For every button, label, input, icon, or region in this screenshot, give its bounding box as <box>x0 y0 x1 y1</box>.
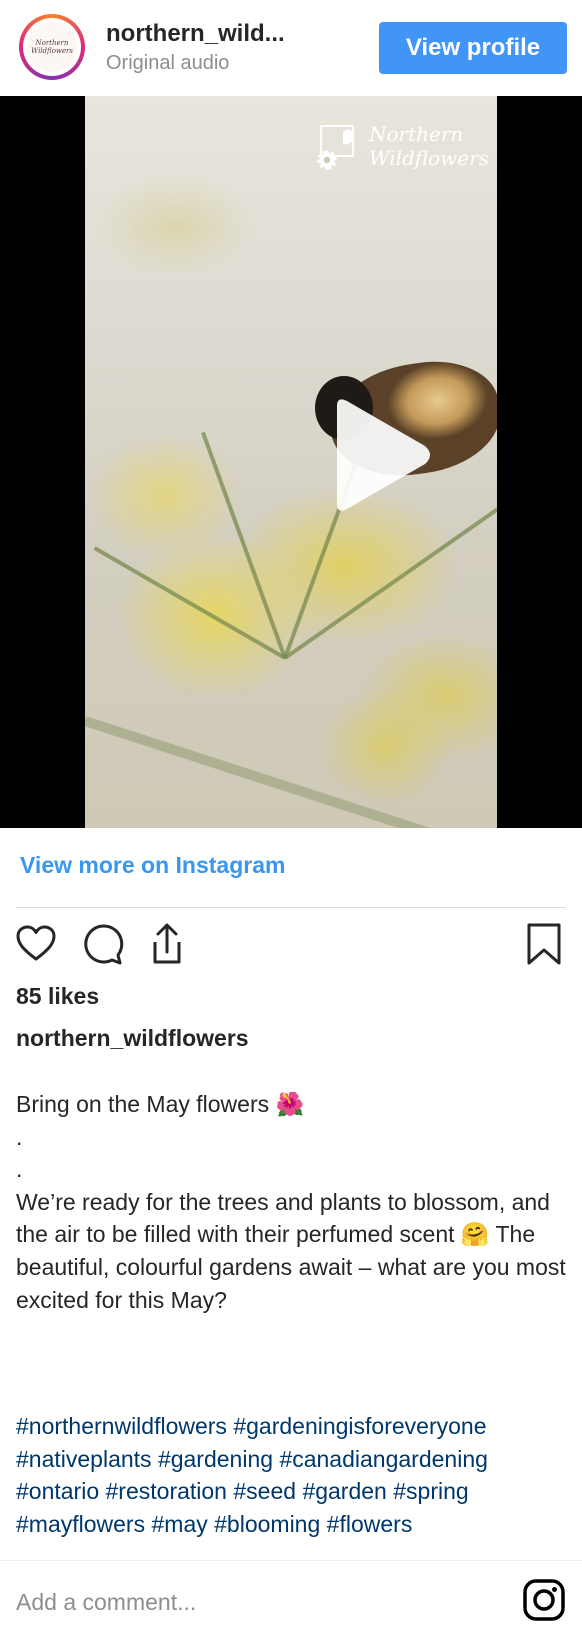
avatar[interactable]: Northern Wildflowers <box>19 14 85 80</box>
hashtag[interactable]: #ontario <box>16 1478 99 1504</box>
hashtag[interactable]: #mayflowers <box>16 1511 145 1537</box>
share-icon[interactable] <box>145 922 189 966</box>
hashtag[interactable]: #seed <box>233 1478 296 1504</box>
hashtag[interactable]: #may <box>152 1511 208 1537</box>
watermark-line1: Northern <box>369 122 464 146</box>
divider <box>16 907 566 908</box>
avatar-logo: Northern Wildflowers <box>27 22 77 72</box>
comment-input[interactable] <box>16 1582 496 1622</box>
view-profile-button[interactable]: View profile <box>379 22 567 74</box>
hashtag[interactable]: #spring <box>393 1478 468 1504</box>
audio-label[interactable]: Original audio <box>106 52 229 75</box>
hashtag-list: #northernwildflowers #gardeningisforever… <box>16 1410 576 1540</box>
post-caption: Bring on the May flowers 🌺 . . We’re rea… <box>16 1091 566 1313</box>
hashtag[interactable]: #northernwildflowers <box>16 1413 227 1439</box>
hashtag[interactable]: #flowers <box>327 1511 413 1537</box>
username[interactable]: northern_wild... <box>106 20 285 48</box>
hashtag[interactable]: #gardeningisforeveryone <box>233 1413 486 1439</box>
comment-icon[interactable] <box>80 922 124 966</box>
video-player[interactable]: Northern Wildflowers <box>0 96 582 828</box>
view-more-link[interactable]: View more on Instagram <box>20 852 285 879</box>
bookmark-icon[interactable] <box>522 922 566 966</box>
heart-icon[interactable] <box>14 922 58 966</box>
hashtag[interactable]: #garden <box>302 1478 386 1504</box>
instagram-icon[interactable] <box>522 1578 566 1622</box>
brand-watermark: Northern Wildflowers <box>307 116 489 186</box>
hashtag[interactable]: #restoration <box>106 1478 227 1504</box>
post-header: Northern Wildflowers northern_wild... Or… <box>0 0 582 96</box>
hashtag[interactable]: #gardening <box>158 1446 273 1472</box>
caption-username[interactable]: northern_wildflowers <box>16 1025 249 1052</box>
hashtag[interactable]: #canadiangardening <box>279 1446 487 1472</box>
video-frame: Northern Wildflowers <box>85 96 497 828</box>
divider <box>0 1560 582 1561</box>
hashtag[interactable]: #blooming <box>214 1511 320 1537</box>
action-bar <box>0 922 582 968</box>
flower-logo-icon <box>317 125 355 170</box>
play-icon[interactable] <box>325 396 435 514</box>
watermark-line2: Wildflowers <box>369 146 489 170</box>
likes-count[interactable]: 85 likes <box>16 983 99 1010</box>
hashtag[interactable]: #nativeplants <box>16 1446 152 1472</box>
